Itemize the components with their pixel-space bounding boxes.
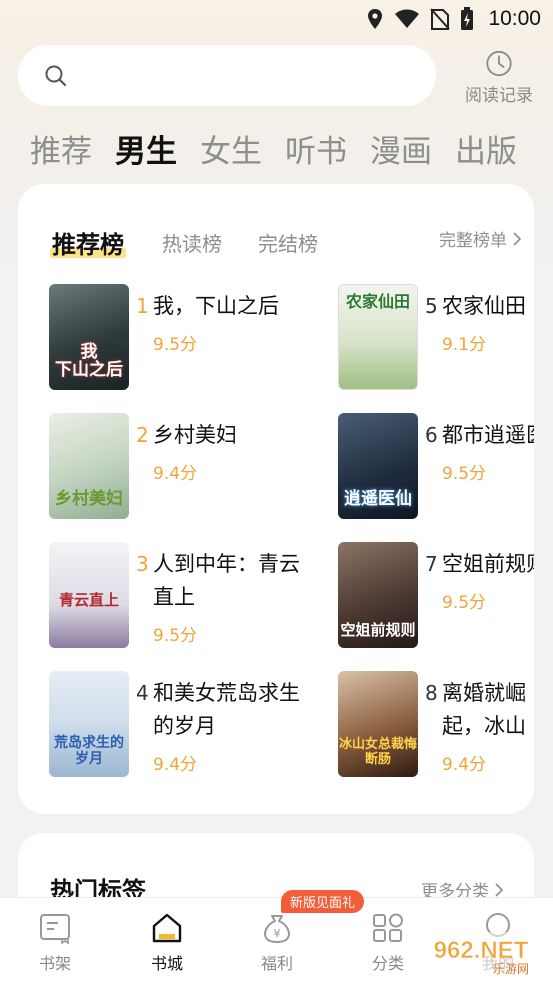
nav-bookstore[interactable]: 书城 [127,912,207,974]
book-item[interactable]: 我 下山之后 1 我，下山之后 9.5分 [49,284,309,392]
nav-rewards-label: 福利 [260,954,293,973]
rank-number: 7 [425,552,438,576]
tab-completed-rank[interactable]: 完结榜 [258,228,318,257]
search-icon [45,65,67,86]
rank-number: 2 [136,423,149,447]
cover-title: 荒岛求生的岁月 [54,735,124,767]
tab-recommend-rank-label: 推荐榜 [52,230,124,259]
rank-number: 8 [425,681,438,705]
svg-text:¥: ¥ [274,927,281,940]
book-score: 9.5分 [153,626,198,646]
book-score: 9.5分 [442,593,487,613]
tab-female[interactable]: 女生 [200,126,262,171]
cover-title: 空姐前规则 [340,620,416,639]
book-score: 9.4分 [153,755,198,775]
book-cover: 冰山女总裁悔断肠 [338,671,418,777]
ranking-card: 推荐榜 热读榜 完结榜 完整榜单 我 下山之后 1 我，下山之后 9.5分 乡村… [18,184,534,814]
tab-audiobook[interactable]: 听书 [285,126,347,171]
ranking-tabs: 推荐榜 热读榜 完结榜 完整榜单 [50,224,522,260]
book-item[interactable]: 青云直上 3 人到中年：青云直上 9.5分 [49,542,309,650]
book-title: 空姐前规则 [442,552,534,576]
rank-number: 6 [425,423,438,447]
bookshelf-icon [40,914,70,944]
channel-tabs: 推荐 男生 女生 听书 漫画 出版 [30,125,517,171]
book-title: 和美女荒岛求生的岁月 [153,681,300,738]
book-cover: 荒岛求生的岁月 [49,671,129,777]
book-cover: 农家仙田 [338,284,418,390]
cover-title: 我 下山之后 [55,341,123,381]
cover-title: 农家仙田 [345,292,410,311]
nav-bookshelf-label: 书架 [38,954,71,973]
rank-number: 3 [136,552,149,576]
full-list-link[interactable]: 完整榜单 [439,226,522,251]
tab-male[interactable]: 男生 [115,126,177,171]
book-title: 离婚就崛起，冰山女总裁悔 [442,681,526,738]
book-item[interactable]: 乡村美妇 2 乡村美妇 9.4分 [49,413,309,521]
chevron-right-icon [513,231,522,246]
categories-icon [373,913,403,942]
rank-number: 4 [136,681,149,705]
tab-publishing[interactable]: 出版 [455,126,517,171]
watermark-text: 962.NET [434,937,529,964]
full-list-label: 完整榜单 [439,231,507,251]
money-bag-icon: ¥ [264,915,290,943]
book-item[interactable]: 空姐前规则 7 空姐前规则 9.5分 [338,542,534,650]
tab-recommend[interactable]: 推荐 [30,126,92,171]
search-input[interactable] [18,45,436,106]
reading-history-label: 阅读记录 [465,86,533,106]
bookstore-home-icon [152,913,182,943]
chevron-right-icon [495,882,504,897]
book-score: 9.5分 [153,335,198,355]
battery-charging-icon [461,7,474,30]
cover-title: 冰山女总裁悔断肠 [338,737,417,767]
tab-hot-rank[interactable]: 热读榜 [162,228,222,257]
new-version-gift-badge: 新版见面礼 [281,890,365,913]
book-cover: 逍遥医仙 [338,413,418,519]
book-score: 9.1分 [442,335,487,355]
book-cover: 乡村美妇 [49,413,129,519]
tab-comics[interactable]: 漫画 [370,126,432,171]
wifi-icon [395,9,420,28]
nav-rewards[interactable]: ¥ 福利 [237,912,317,974]
book-title: 我，下山之后 [153,294,279,318]
reading-history-button[interactable]: 阅读记录 [456,50,542,106]
watermark-logo: 962.NET 乐游网 [413,928,549,980]
watermark-subtext: 乐游网 [493,962,529,976]
cover-title: 乡村美妇 [55,489,123,510]
nav-bookshelf[interactable]: 书架 [15,912,95,974]
book-score: 9.5分 [442,464,487,484]
status-bar: 10:00 [0,0,553,38]
book-cover: 青云直上 [49,542,129,648]
book-title: 人到中年：青云直上 [153,552,300,609]
book-item[interactable]: 荒岛求生的岁月 4 和美女荒岛求生的岁月 9.4分 [49,671,309,779]
tab-recommend-rank[interactable]: 推荐榜 [50,225,126,260]
book-item[interactable]: 冰山女总裁悔断肠 8 离婚就崛起，冰山女总裁悔 9.4分 [338,671,534,779]
book-score: 9.4分 [442,755,487,775]
book-title: 农家仙田 [442,294,526,318]
book-title: 乡村美妇 [153,423,237,447]
book-title: 都市逍遥医 [442,423,534,447]
nav-categories-label: 分类 [371,954,404,973]
no-sim-icon [430,8,451,30]
clock-icon [486,50,512,77]
cover-title: 逍遥医仙 [344,489,412,510]
book-cover: 空姐前规则 [338,542,418,648]
rank-number: 5 [425,294,438,318]
status-time: 10:00 [488,7,541,30]
nav-bookstore-label: 书城 [150,954,183,973]
book-item[interactable]: 逍遥医仙 6 都市逍遥医 9.5分 [338,413,534,521]
watermark-graphic: 962.NET 乐游网 [413,932,549,976]
book-cover: 我 下山之后 [49,284,129,390]
book-score: 9.4分 [153,464,198,484]
book-item[interactable]: 农家仙田 5 农家仙田 9.1分 [338,284,534,392]
rank-number: 1 [136,294,149,318]
cover-title: 青云直上 [58,590,119,609]
location-icon [368,9,383,29]
